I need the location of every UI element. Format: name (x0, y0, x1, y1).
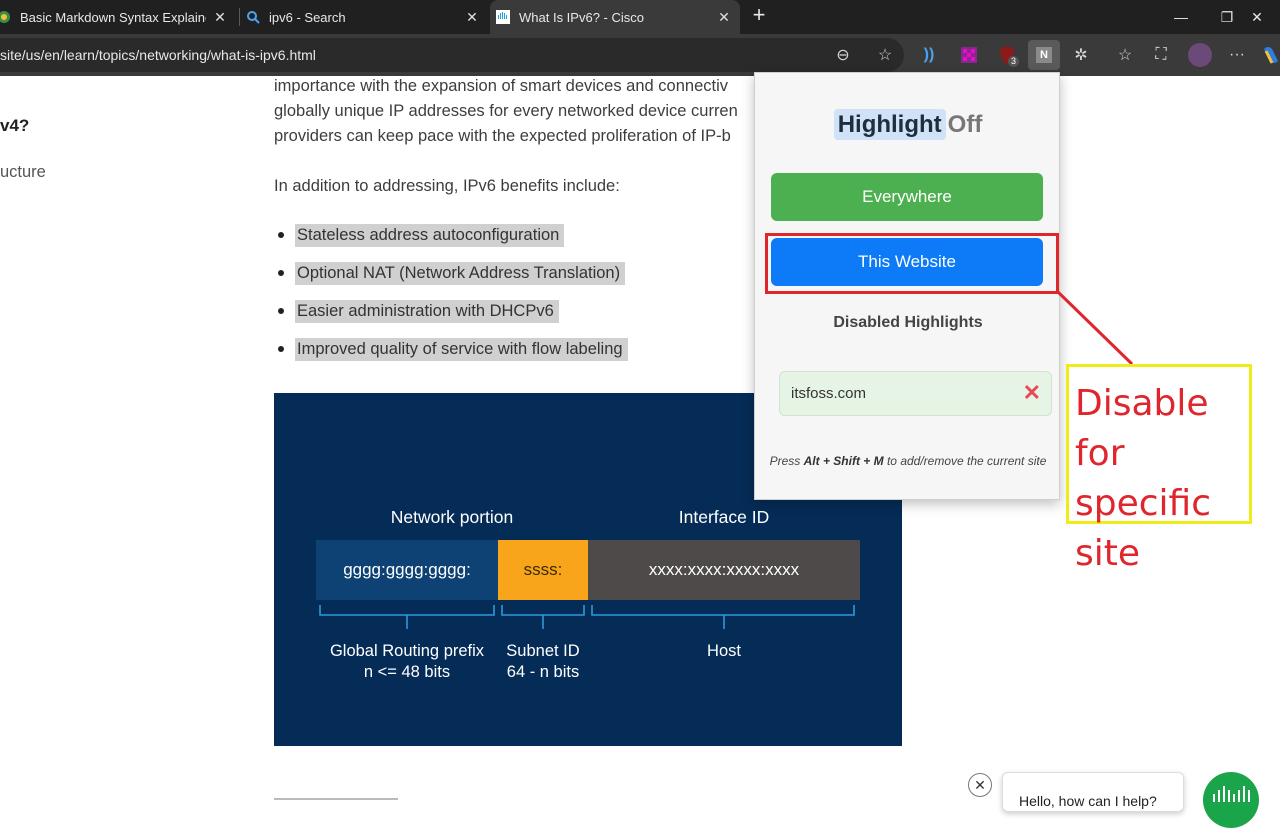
article-line: importance with the expansion of smart d… (274, 77, 728, 95)
annotation-line: specific (1075, 483, 1212, 524)
annotation-text: Disable for specific site (1075, 379, 1249, 579)
highlight-word: Highlight (833, 109, 946, 140)
sidebar-toc-item-ipv4[interactable]: v4? (0, 116, 29, 136)
popup-title: Highlight Off (755, 109, 1061, 140)
minimize-button[interactable]: — (1158, 0, 1204, 34)
address-bar[interactable]: site/us/en/learn/topics/networking/what-… (0, 38, 904, 72)
highlighted-text: Easier administration with DHCPv6 (295, 299, 559, 323)
host-label: Host (707, 642, 741, 660)
chat-launcher-button[interactable] (1203, 772, 1259, 828)
search-icon (247, 11, 260, 24)
highlighted-text: Stateless address autoconfiguration (295, 223, 565, 247)
favorite-star-icon[interactable]: ☆ (874, 44, 896, 66)
sidebar-toc-item-infrastructure[interactable]: ucture (0, 163, 46, 182)
menu-more-icon[interactable]: ··· (1226, 44, 1248, 66)
list-item: Improved quality of service with flow la… (278, 330, 628, 368)
cisco-icon (496, 10, 510, 24)
article-line: globally unique IP addresses for every n… (274, 102, 738, 120)
list-item: Easier administration with DHCPv6 (278, 292, 628, 330)
benefits-list: Stateless address autoconfiguration Opti… (278, 216, 628, 368)
tab-title: What Is IPv6? - Cisco (519, 9, 644, 25)
hint-keys: Alt + Shift + M (803, 454, 884, 468)
tab-title: Basic Markdown Syntax Explained (20, 9, 206, 25)
highlighted-text: Improved quality of service with flow la… (295, 337, 628, 361)
global-prefix-bits: n <= 48 bits (363, 663, 451, 681)
cisco-icon (1213, 786, 1250, 802)
reader-mode-icon[interactable]: ⊖ (832, 44, 854, 66)
shortcut-hint: Press Alt + Shift + M to add/remove the … (769, 454, 1047, 469)
close-icon[interactable]: ✕ (464, 9, 480, 26)
favorites-icon[interactable]: ☆ (1114, 44, 1136, 66)
tab-separator (239, 8, 240, 26)
tab-cisco-ipv6[interactable]: What Is IPv6? - Cisco ✕ (490, 0, 740, 34)
benefits-intro: In addition to addressing, IPv6 benefits… (274, 177, 620, 195)
subnet-id-label: Subnet ID (506, 642, 580, 660)
disabled-site-name: itsfoss.com (791, 385, 867, 402)
extension-grid-icon[interactable] (958, 44, 980, 66)
chat-bubble[interactable]: Hello, how can I help? (1002, 772, 1184, 812)
window-close-button[interactable]: ✕ (1234, 0, 1280, 34)
bullet-dot (278, 346, 284, 352)
bullet-dot (278, 270, 284, 276)
subnet-id-bits: 64 - n bits (506, 663, 580, 681)
highlight-state: Off (947, 111, 983, 138)
chat-close-icon[interactable]: ✕ (968, 773, 992, 797)
extension-badge: 3 (1008, 56, 1020, 67)
annotation-line: Disable for (1075, 383, 1209, 474)
tab-markdown[interactable]: Basic Markdown Syntax Explained ✕ (0, 0, 236, 34)
read-aloud-icon[interactable]: )) (918, 44, 940, 66)
annotation-highlight-box (765, 233, 1059, 294)
article-line: providers can keep pace with the expecte… (274, 127, 731, 145)
tab-ipv6-search[interactable]: ipv6 - Search ✕ (246, 0, 488, 34)
url-text: site/us/en/learn/topics/networking/what-… (0, 47, 316, 63)
extension-letter: N (1036, 47, 1052, 63)
avatar[interactable] (1188, 43, 1212, 67)
hint-suffix: to add/remove the current site (883, 454, 1047, 468)
copilot-icon[interactable] (1262, 44, 1280, 66)
address-toolbar: site/us/en/learn/topics/networking/what-… (0, 34, 1280, 76)
bullet-dot (278, 308, 284, 314)
close-icon[interactable]: ✕ (716, 9, 732, 26)
annotation-callout: Disable for specific site (1066, 364, 1252, 574)
annotation-line: site (1075, 533, 1141, 574)
global-prefix-label: Global Routing prefix (329, 642, 485, 660)
bullet-dot (278, 232, 284, 238)
extensions-puzzle-icon[interactable]: ✲ (1070, 44, 1092, 66)
earth-icon (0, 11, 10, 23)
tab-strip: Basic Markdown Syntax Explained ✕ ipv6 -… (0, 0, 1280, 34)
highlight-extension-icon[interactable]: N (1028, 40, 1060, 70)
everywhere-button[interactable]: Everywhere (771, 173, 1043, 221)
new-tab-button[interactable]: + (748, 3, 770, 29)
hint-prefix: Press (769, 454, 804, 468)
list-item: Stateless address autoconfiguration (278, 216, 628, 254)
close-icon[interactable]: ✕ (212, 9, 228, 26)
disabled-site-row: itsfoss.com ✕ (779, 371, 1052, 416)
remove-site-icon[interactable]: ✕ (1023, 381, 1041, 405)
disabled-highlights-heading: Disabled Highlights (833, 314, 983, 331)
screenshot-icon[interactable]: ⛶ (1150, 44, 1172, 66)
ublock-icon[interactable]: 3 (996, 44, 1020, 67)
chat-greeting: Hello, how can I help? (1019, 793, 1157, 809)
highlighted-text: Optional NAT (Network Address Translatio… (295, 261, 626, 285)
tab-title: ipv6 - Search (269, 9, 346, 25)
list-item: Optional NAT (Network Address Translatio… (278, 254, 628, 292)
